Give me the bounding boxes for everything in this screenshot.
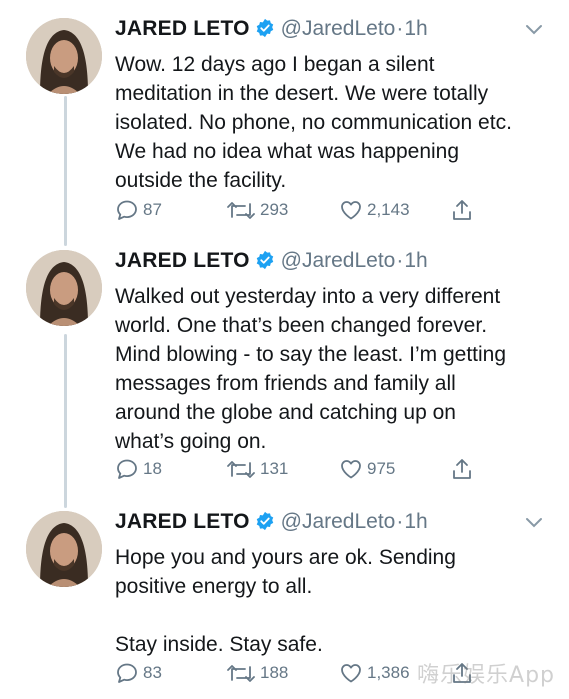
tweet-text: Walked out yesterday into a very differe… xyxy=(115,285,507,453)
heart-icon xyxy=(341,460,361,479)
verified-badge-icon xyxy=(255,15,275,49)
avatar[interactable] xyxy=(26,250,102,326)
share-button[interactable] xyxy=(451,455,477,483)
profile-photo-icon xyxy=(26,511,102,587)
tweet-header: JARED LETO @JaredLeto·1h xyxy=(115,12,428,46)
verified-badge-icon xyxy=(255,508,275,542)
reply-button[interactable]: 87 xyxy=(115,196,162,224)
share-icon xyxy=(453,200,471,220)
chevron-down-icon[interactable] xyxy=(525,517,543,529)
handle[interactable]: @JaredLeto xyxy=(281,17,396,40)
tweet-actions: 18 131 975 xyxy=(115,455,555,483)
timestamp[interactable]: 1h xyxy=(404,510,427,533)
reply-icon xyxy=(117,459,137,479)
chevron-down-icon[interactable] xyxy=(525,24,543,36)
retweet-icon xyxy=(227,665,255,682)
retweet-count: 188 xyxy=(260,663,289,682)
retweet-icon xyxy=(227,202,255,219)
tweet-header: JARED LETO @JaredLeto·1h xyxy=(115,244,428,278)
heart-icon xyxy=(341,664,361,683)
display-name[interactable]: JARED LETO xyxy=(115,510,250,533)
retweet-button[interactable]: 188 xyxy=(226,659,288,687)
handle[interactable]: @JaredLeto xyxy=(281,249,396,272)
reply-count: 83 xyxy=(143,663,162,682)
reply-count: 87 xyxy=(143,200,162,219)
retweet-count: 131 xyxy=(260,459,289,478)
timestamp[interactable]: 1h xyxy=(404,249,427,272)
like-count: 1,386 xyxy=(367,663,410,682)
separator-dot: · xyxy=(396,249,404,272)
reply-button[interactable]: 18 xyxy=(115,455,162,483)
retweet-icon xyxy=(227,461,255,478)
profile-photo-icon xyxy=(26,250,102,326)
tweet[interactable]: JARED LETO @JaredLeto·1h Walked out yeste… xyxy=(0,244,569,494)
avatar[interactable] xyxy=(26,18,102,94)
reply-button[interactable]: 83 xyxy=(115,659,162,687)
timestamp[interactable]: 1h xyxy=(404,17,427,40)
share-button[interactable] xyxy=(451,196,477,224)
share-icon xyxy=(453,459,471,479)
tweet-text: Wow. 12 days ago I began a silent medita… xyxy=(115,53,512,192)
reply-icon xyxy=(117,200,137,220)
watermark: 嗨乐娱乐App xyxy=(417,663,555,688)
separator-dot: · xyxy=(396,17,404,40)
tweet-header: JARED LETO @JaredLeto·1h xyxy=(115,505,428,539)
tweet-actions: 87 293 2,143 xyxy=(115,196,555,224)
retweet-button[interactable]: 131 xyxy=(226,455,288,483)
tweet[interactable]: JARED LETO @JaredLeto·1h Wow. 12 days ago… xyxy=(0,12,569,232)
heart-icon xyxy=(341,201,361,220)
like-button[interactable]: 975 xyxy=(339,455,395,483)
handle[interactable]: @JaredLeto xyxy=(281,510,396,533)
retweet-button[interactable]: 293 xyxy=(226,196,288,224)
tweet-text: Hope you and yours are ok. Sending posit… xyxy=(115,546,456,656)
retweet-count: 293 xyxy=(260,200,289,219)
like-count: 975 xyxy=(367,459,396,478)
profile-photo-icon xyxy=(26,18,102,94)
like-button[interactable]: 2,143 xyxy=(339,196,410,224)
avatar[interactable] xyxy=(26,511,102,587)
like-count: 2,143 xyxy=(367,200,410,219)
display-name[interactable]: JARED LETO xyxy=(115,249,250,272)
verified-badge-icon xyxy=(255,247,275,281)
reply-count: 18 xyxy=(143,459,162,478)
like-button[interactable]: 1,386 xyxy=(339,659,410,687)
reply-icon xyxy=(117,663,137,683)
display-name[interactable]: JARED LETO xyxy=(115,17,250,40)
separator-dot: · xyxy=(396,510,404,533)
